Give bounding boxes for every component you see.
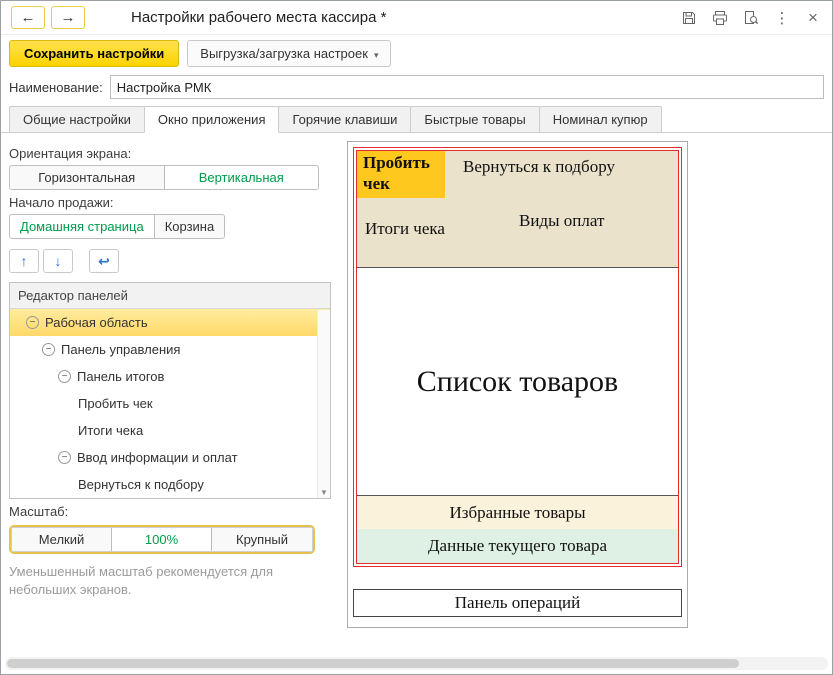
- preview-current-product-block: Данные текущего товара: [357, 529, 678, 563]
- collapse-icon[interactable]: [58, 451, 71, 464]
- scale-small-option[interactable]: Мелкий: [12, 528, 112, 551]
- orientation-label: Ориентация экрана:: [9, 146, 333, 161]
- start-sale-label: Начало продажи:: [9, 195, 333, 210]
- collapse-icon[interactable]: [58, 370, 71, 383]
- tab-bar: Общие настройки Окно приложения Горячие …: [1, 106, 832, 133]
- preview-control-panel: Пробить чек Вернуться к подбору Итоги че…: [357, 151, 678, 267]
- scroll-down-icon[interactable]: ▼: [318, 488, 330, 497]
- tree-item-label: Вернуться к подбору: [78, 477, 204, 492]
- chevron-down-icon: ▾: [374, 50, 379, 60]
- cashier-settings-window: ← → Настройки рабочего места кассира * ⋮…: [0, 0, 833, 675]
- more-menu-icon[interactable]: ⋮: [773, 9, 791, 27]
- page-title: Настройки рабочего места кассира *: [131, 9, 386, 26]
- name-label: Наименование:: [9, 80, 103, 95]
- preview-payment-types-block: Виды оплат: [519, 211, 604, 231]
- arrow-up-icon: ↑: [21, 253, 28, 269]
- horizontal-scrollbar[interactable]: [5, 657, 828, 670]
- tree-item-label: Рабочая область: [45, 315, 148, 330]
- move-down-button[interactable]: ↓: [43, 249, 73, 273]
- scale-large-option[interactable]: Крупный: [212, 528, 312, 551]
- title-bar: ← → Настройки рабочего места кассира * ⋮…: [1, 1, 832, 35]
- tab-application-window[interactable]: Окно приложения: [144, 106, 280, 133]
- scale-label: Масштаб:: [9, 504, 333, 519]
- preview-operations-panel: Панель операций: [353, 589, 682, 617]
- move-up-button[interactable]: ↑: [9, 249, 39, 273]
- panel-editor-tree: Редактор панелей Рабочая область Панель …: [9, 282, 331, 499]
- start-cart-option[interactable]: Корзина: [155, 215, 225, 238]
- forward-arrow-icon: →: [61, 9, 76, 26]
- tree-item-print-check[interactable]: Пробить чек: [10, 390, 330, 417]
- start-sale-toggle: Домашняя страница Корзина: [9, 214, 225, 239]
- preview-favorites-block: Избранные товары: [357, 496, 678, 529]
- tree-item-workspace[interactable]: Рабочая область: [10, 309, 330, 336]
- toolbar: Сохранить настройки Выгрузка/загрузка на…: [1, 35, 832, 73]
- save-settings-button[interactable]: Сохранить настройки: [9, 40, 179, 67]
- settings-panel: Ориентация экрана: Горизонтальная Вертик…: [9, 141, 333, 598]
- tree-item-label: Итоги чека: [78, 423, 143, 438]
- scale-toggle: Мелкий 100% Крупный: [11, 527, 313, 552]
- horizontal-scrollbar-thumb[interactable]: [7, 659, 739, 668]
- name-row: Наименование:: [1, 73, 832, 106]
- export-import-button[interactable]: Выгрузка/загрузка настроек ▾: [187, 40, 391, 67]
- collapse-icon[interactable]: [26, 316, 39, 329]
- save-icon[interactable]: [680, 9, 698, 27]
- orientation-vertical-option[interactable]: Вертикальная: [165, 166, 319, 189]
- tab-hotkeys[interactable]: Горячие клавиши: [278, 106, 411, 133]
- preview-red-frame-inner: Пробить чек Вернуться к подбору Итоги че…: [356, 150, 679, 564]
- tree-item-info-payments[interactable]: Ввод информации и оплат: [10, 444, 330, 471]
- preview-print-check-block: Пробить чек: [357, 151, 445, 198]
- preview-back-to-pick-block: Вернуться к подбору: [463, 157, 615, 177]
- preview-check-totals-block: Итоги чека: [365, 219, 445, 239]
- tree-item-label: Панель управления: [61, 342, 180, 357]
- name-input[interactable]: [110, 75, 824, 99]
- layout-preview: Пробить чек Вернуться к подбору Итоги че…: [347, 141, 688, 628]
- scale-hint-text: Уменьшенный масштаб рекомендуется для не…: [9, 563, 305, 598]
- tree-item-check-totals[interactable]: Итоги чека: [10, 417, 330, 444]
- scale-toggle-focus-ring: Мелкий 100% Крупный: [9, 525, 315, 554]
- tab-quick-goods[interactable]: Быстрые товары: [410, 106, 539, 133]
- tree-item-totals-panel[interactable]: Панель итогов: [10, 363, 330, 390]
- reset-button[interactable]: ↩: [89, 249, 119, 273]
- tab-general-settings[interactable]: Общие настройки: [9, 106, 145, 133]
- tab-banknotes[interactable]: Номинал купюр: [539, 106, 662, 133]
- tree-item-back-to-pick[interactable]: Вернуться к подбору: [10, 471, 330, 498]
- orientation-toggle: Горизонтальная Вертикальная: [9, 165, 319, 190]
- reset-arrow-icon: ↩: [98, 253, 110, 270]
- panel-order-buttons: ↑ ↓ ↩: [9, 249, 333, 273]
- preview-icon[interactable]: [742, 9, 760, 27]
- preview-product-list-block: Список товаров: [357, 267, 678, 496]
- back-arrow-icon: ←: [21, 9, 36, 26]
- tree-item-label: Ввод информации и оплат: [77, 450, 238, 465]
- tree-item-label: Панель итогов: [77, 369, 164, 384]
- back-button[interactable]: ←: [11, 6, 45, 29]
- forward-button[interactable]: →: [51, 6, 85, 29]
- start-home-option[interactable]: Домашняя страница: [10, 215, 155, 238]
- arrow-down-icon: ↓: [55, 253, 62, 269]
- collapse-icon[interactable]: [42, 343, 55, 356]
- tree-item-label: Пробить чек: [78, 396, 153, 411]
- orientation-horizontal-option[interactable]: Горизонтальная: [10, 166, 165, 189]
- print-icon[interactable]: [711, 9, 729, 27]
- tree-item-control-panel[interactable]: Панель управления: [10, 336, 330, 363]
- tree-header: Редактор панелей: [10, 283, 330, 309]
- export-import-label: Выгрузка/загрузка настроек: [200, 46, 368, 61]
- tree-scrollbar[interactable]: ▼: [317, 310, 330, 498]
- scale-100-option[interactable]: 100%: [112, 528, 212, 551]
- preview-red-frame: Пробить чек Вернуться к подбору Итоги че…: [353, 147, 682, 567]
- close-icon[interactable]: ×: [804, 9, 822, 27]
